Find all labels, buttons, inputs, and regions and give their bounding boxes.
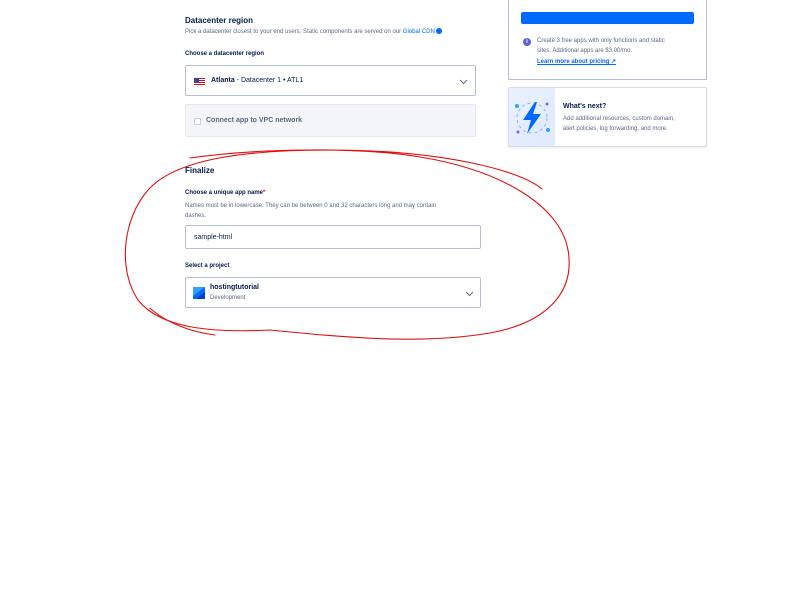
vpc-checkbox[interactable] — [194, 118, 201, 125]
required-mark: * — [263, 190, 266, 196]
datacenter-region-description: Pick a datacenter closest to your end us… — [185, 27, 485, 37]
app-name-input[interactable]: sample-html — [185, 225, 481, 249]
project-icon — [193, 287, 205, 299]
app-name-help-line2: dashes. — [185, 213, 207, 219]
datacenter-description-text: Pick a datacenter closest to your end us… — [185, 29, 402, 35]
project-name: hostingtutorial — [210, 284, 259, 291]
app-name-help-line1: Names must be in lowercase. They can be … — [185, 203, 437, 209]
global-cdn-link-icon — [436, 28, 443, 35]
whats-next-card: What's next? Add additional resources, c… — [508, 87, 707, 147]
project-environment: Development — [210, 295, 246, 301]
pricing-line1: Create 3 free apps with only functions a… — [537, 38, 665, 44]
app-name-label: Choose a unique app name* — [185, 190, 265, 196]
region-city: Atlanta — [211, 77, 235, 84]
lightning-icon — [515, 102, 550, 134]
whats-next-title: What's next? — [563, 103, 607, 110]
lightning-illustration — [509, 88, 555, 146]
pricing-line2: sites. Additional apps are $3.00/mo. — [537, 48, 633, 54]
primary-action-button[interactable] — [521, 12, 694, 24]
info-icon: i — [523, 38, 531, 46]
learn-more-pricing-link[interactable]: Learn more about pricing ↗ — [537, 57, 616, 67]
choose-region-label: Choose a datacenter region — [185, 51, 265, 57]
vpc-label: Connect app to VPC network — [206, 117, 303, 124]
datacenter-region-title: Datacenter region — [185, 16, 254, 25]
selected-region: Atlanta - Datacenter 1 • ATL1 — [211, 77, 303, 84]
pricing-info-card: i Create 3 free apps with only functions… — [508, 0, 707, 80]
region-detail: - Datacenter 1 • ATL1 — [234, 77, 304, 84]
chevron-down-icon — [465, 291, 474, 297]
vpc-network-option[interactable]: Connect app to VPC network — [185, 104, 476, 137]
whats-next-line2: alert policies, log forwarding, and more… — [563, 126, 668, 132]
project-select[interactable]: hostingtutorial Development — [185, 277, 481, 308]
whats-next-line1: Add additional resources, custom domain, — [563, 116, 675, 122]
global-cdn-link[interactable]: Global CDN — [403, 29, 435, 35]
app-name-label-text: Choose a unique app name — [185, 190, 264, 196]
chevron-down-icon — [459, 79, 468, 85]
datacenter-region-select[interactable]: Atlanta - Datacenter 1 • ATL1 — [185, 65, 476, 96]
finalize-title: Finalize — [185, 166, 215, 175]
project-label: Select a project — [185, 263, 230, 269]
us-flag-icon — [194, 78, 205, 85]
